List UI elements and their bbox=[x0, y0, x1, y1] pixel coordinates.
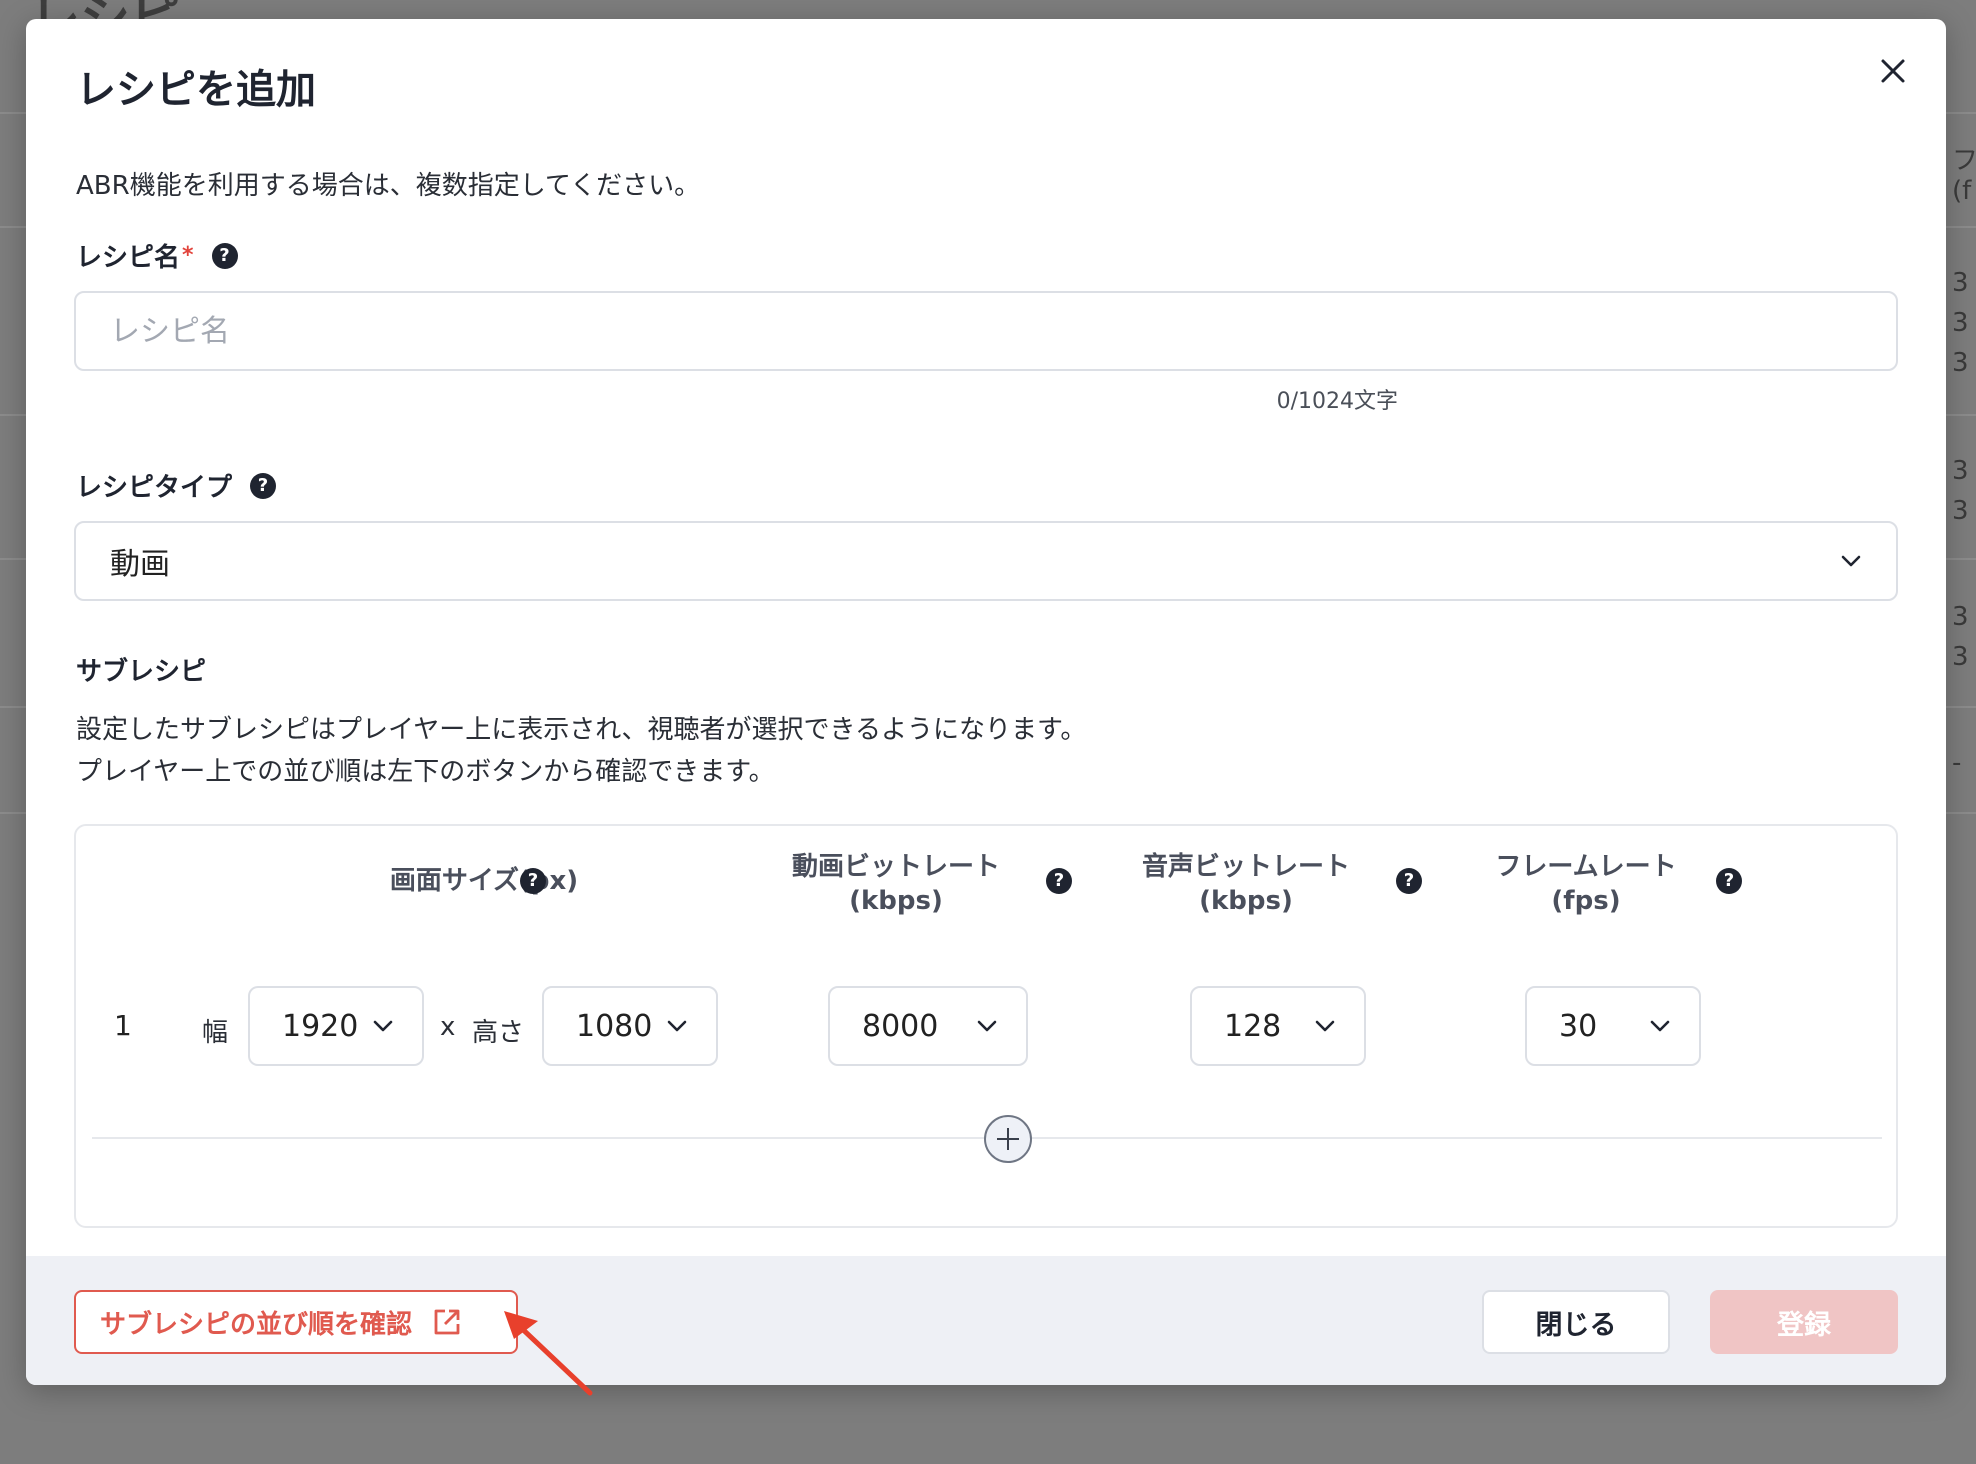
video-bitrate-value: 8000 bbox=[862, 1008, 939, 1044]
column-header-audio-bitrate: 音声ビットレート (kbps) bbox=[1126, 850, 1366, 918]
background-cell: 3 bbox=[1952, 642, 1969, 672]
recipe-name-label-group: レシピ名 * ? bbox=[76, 237, 238, 274]
check-order-label: サブレシピの並び順を確認 bbox=[100, 1309, 413, 1340]
audio-bitrate-value: 128 bbox=[1224, 1008, 1282, 1044]
background-cell: 3 bbox=[1952, 348, 1969, 378]
row-index: 1 bbox=[114, 1009, 132, 1042]
background-cell: - bbox=[1952, 748, 1962, 778]
modal-title: レシピを追加 bbox=[76, 67, 316, 113]
chevron-down-icon bbox=[977, 1020, 997, 1032]
column-header-screen-size: 画面サイズ(px) bbox=[334, 864, 634, 898]
height-select[interactable]: 1080 bbox=[542, 986, 718, 1066]
chevron-down-icon bbox=[373, 1020, 393, 1032]
background-cell: フ bbox=[1952, 146, 1976, 176]
sub-recipe-description-line: 設定したサブレシピはプレイヤー上に表示され、視聴者が選択できるようになります。 bbox=[76, 715, 1087, 745]
external-link-icon bbox=[434, 1309, 460, 1335]
column-header-label: 画面サイズ(px) bbox=[389, 866, 579, 896]
background-cell: 3 bbox=[1952, 456, 1969, 486]
required-mark: * bbox=[182, 243, 194, 268]
help-icon[interactable]: ? bbox=[1046, 868, 1072, 894]
help-icon[interactable]: ? bbox=[1716, 868, 1742, 894]
column-header-video-bitrate: 動画ビットレート (kbps) bbox=[776, 850, 1016, 918]
column-header-unit: (kbps) bbox=[1199, 886, 1293, 916]
modal-description: ABR機能を利用する場合は、複数指定してください。 bbox=[76, 171, 701, 201]
close-icon[interactable] bbox=[1871, 49, 1915, 93]
char-count: 0/1024文字 bbox=[1276, 389, 1398, 414]
audio-bitrate-select[interactable]: 128 bbox=[1190, 986, 1366, 1066]
width-value: 1920 bbox=[282, 1008, 359, 1044]
sub-recipe-table: 画面サイズ(px) ? 動画ビットレート (kbps) ? 音声ビットレート (… bbox=[74, 824, 1898, 1228]
chevron-down-icon bbox=[1841, 555, 1861, 567]
submit-button[interactable]: 登録 bbox=[1710, 1290, 1898, 1354]
recipe-name-label: レシピ名 bbox=[76, 243, 181, 273]
background-cell: 3 bbox=[1952, 496, 1969, 526]
help-icon[interactable]: ? bbox=[520, 868, 546, 894]
help-icon[interactable]: ? bbox=[211, 242, 238, 269]
sub-recipe-description-line: プレイヤー上での並び順は左下のボタンから確認できます。 bbox=[76, 757, 775, 787]
column-header-label: フレームレート bbox=[1495, 852, 1677, 882]
column-header-unit: (fps) bbox=[1551, 886, 1621, 916]
frame-rate-select[interactable]: 30 bbox=[1525, 986, 1701, 1066]
check-sub-recipe-order-button[interactable]: サブレシピの並び順を確認 bbox=[74, 1290, 518, 1354]
recipe-type-select[interactable]: 動画 bbox=[74, 521, 1898, 601]
video-bitrate-select[interactable]: 8000 bbox=[828, 986, 1028, 1066]
recipe-type-label: レシピタイプ bbox=[76, 473, 233, 503]
background-cell: (f bbox=[1952, 176, 1972, 206]
chevron-down-icon bbox=[667, 1020, 687, 1032]
width-label: 幅 bbox=[202, 1018, 229, 1048]
arrow-annotation bbox=[504, 1311, 593, 1396]
sub-recipe-title: サブレシピ bbox=[76, 651, 206, 688]
size-separator: x bbox=[440, 1012, 456, 1042]
column-header-label: 動画ビットレート bbox=[791, 852, 1000, 882]
help-icon[interactable]: ? bbox=[1396, 868, 1422, 894]
width-select[interactable]: 1920 bbox=[248, 986, 424, 1066]
close-button[interactable]: 閉じる bbox=[1482, 1290, 1670, 1354]
sub-recipe-description: 設定したサブレシピはプレイヤー上に表示され、視聴者が選択できるようになります。 … bbox=[76, 709, 1086, 793]
chevron-down-icon bbox=[1650, 1020, 1670, 1032]
column-header-label: 音声ビットレート bbox=[1141, 852, 1350, 882]
background-cell: 3 bbox=[1952, 308, 1969, 338]
column-header-unit: (kbps) bbox=[849, 886, 943, 916]
recipe-type-label-group: レシピタイプ ? bbox=[76, 467, 277, 504]
height-value: 1080 bbox=[576, 1008, 653, 1044]
background-cell: 3 bbox=[1952, 602, 1969, 632]
recipe-type-value: 動画 bbox=[110, 547, 170, 582]
add-sub-recipe-button[interactable] bbox=[984, 1115, 1032, 1163]
sub-recipe-title-text: サブレシピ bbox=[76, 657, 207, 687]
frame-rate-value: 30 bbox=[1559, 1008, 1598, 1044]
column-header-frame-rate: フレームレート (fps) bbox=[1476, 850, 1696, 918]
recipe-name-input[interactable] bbox=[74, 291, 1898, 371]
background-cell: 3 bbox=[1952, 268, 1969, 298]
add-recipe-modal: レシピを追加 ABR機能を利用する場合は、複数指定してください。 レシピ名 * … bbox=[26, 19, 1946, 1385]
help-icon[interactable]: ? bbox=[250, 472, 277, 499]
chevron-down-icon bbox=[1315, 1020, 1335, 1032]
height-label: 高さ bbox=[472, 1018, 525, 1048]
